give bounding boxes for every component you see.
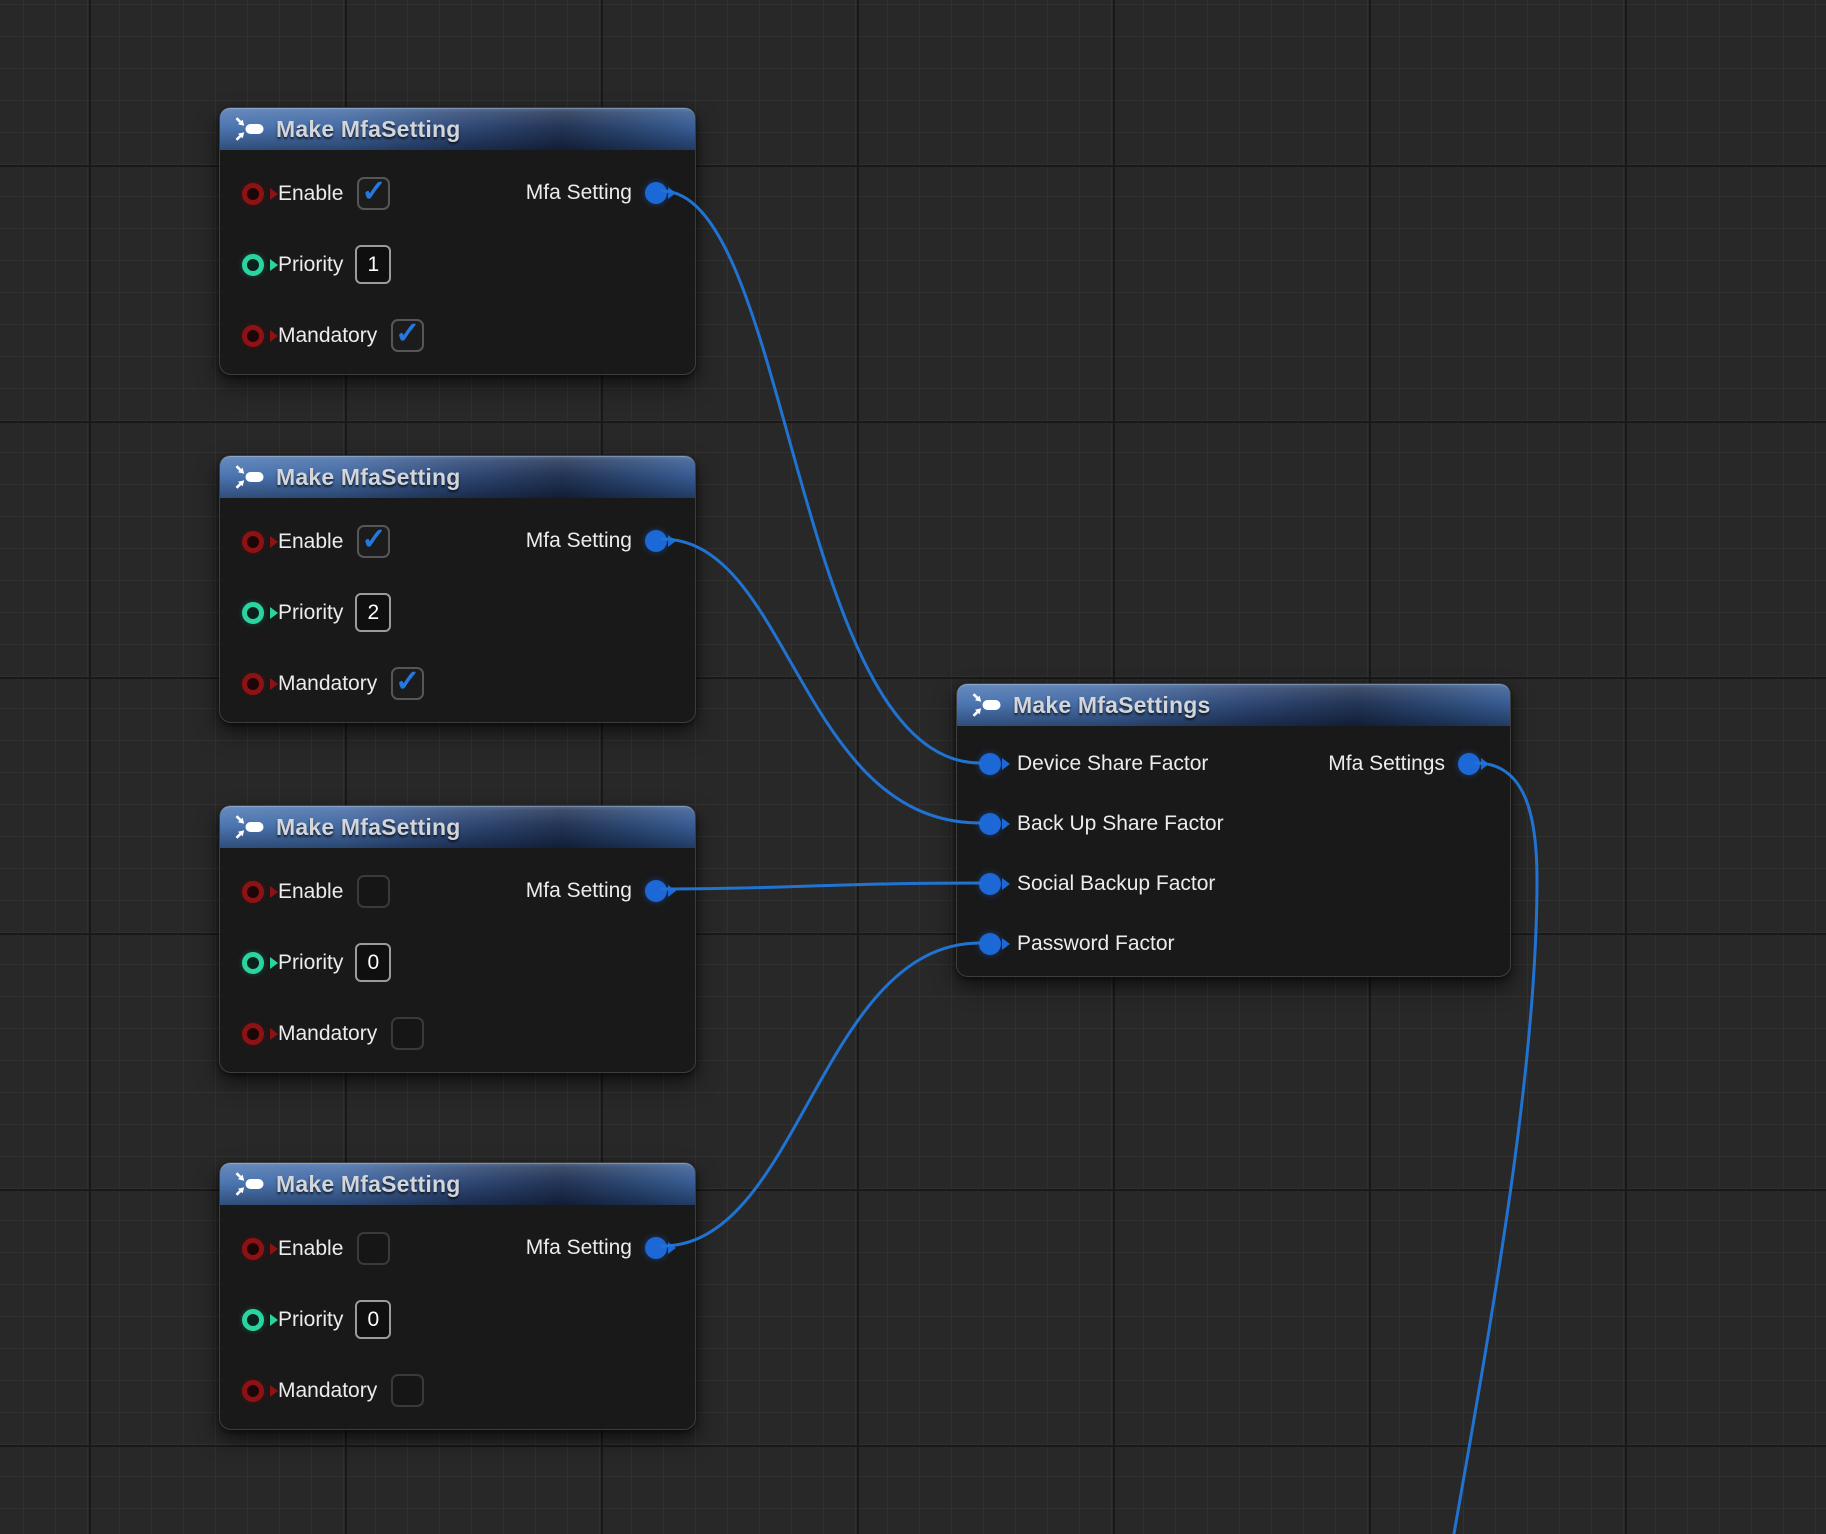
pin-label: Enable: [278, 530, 343, 554]
wire-node1-to-device-share-factor[interactable]: [662, 191, 980, 763]
enable-checkbox[interactable]: [357, 875, 390, 908]
output-pin-row: Mfa Setting: [512, 181, 667, 205]
make-struct-icon: [972, 693, 1002, 717]
node-make-mfasetting-4[interactable]: Make MfaSetting Enable Priority 0 Mandat…: [219, 1162, 696, 1430]
pin-row-backup-share-factor: Back Up Share Factor: [957, 794, 1510, 854]
pin-row-mandatory: Mandatory: [220, 648, 695, 719]
output-pin-row: Mfa Settings: [1312, 752, 1480, 776]
pin-row-password-factor: Password Factor: [957, 914, 1510, 974]
struct-pin-output[interactable]: [645, 530, 667, 552]
struct-pin-output[interactable]: [645, 1237, 667, 1259]
pin-row-priority: Priority 0: [220, 1284, 695, 1355]
int-pin-priority[interactable]: [242, 254, 264, 276]
mandatory-checkbox[interactable]: [391, 667, 424, 700]
bool-pin-mandatory[interactable]: [242, 325, 264, 347]
output-pin-row: Mfa Setting: [512, 529, 667, 553]
node-make-mfasetting-1[interactable]: Make MfaSetting Enable Priority 1 Mandat…: [219, 107, 696, 375]
priority-input[interactable]: 0: [355, 1300, 391, 1339]
make-struct-icon: [235, 117, 265, 141]
pin-label: Social Backup Factor: [1017, 872, 1215, 896]
int-pin-priority[interactable]: [242, 602, 264, 624]
node-header[interactable]: Make MfaSettings: [957, 684, 1510, 726]
pin-label: Device Share Factor: [1017, 752, 1208, 776]
node-title: Make MfaSetting: [276, 116, 460, 143]
make-struct-icon: [235, 1172, 265, 1196]
pin-label: Priority: [278, 1308, 343, 1332]
output-pin-label: Mfa Setting: [526, 879, 632, 903]
int-pin-priority[interactable]: [242, 952, 264, 974]
pin-row-priority: Priority 1: [220, 229, 695, 300]
node-header[interactable]: Make MfaSetting: [220, 456, 695, 498]
pin-label: Enable: [278, 1237, 343, 1261]
blueprint-graph-canvas[interactable]: Make MfaSetting Enable Priority 1 Mandat…: [0, 0, 1826, 1534]
struct-pin-input[interactable]: [979, 933, 1001, 955]
mandatory-checkbox[interactable]: [391, 1017, 424, 1050]
node-header[interactable]: Make MfaSetting: [220, 1163, 695, 1205]
node-title: Make MfaSetting: [276, 814, 460, 841]
pin-label: Enable: [278, 880, 343, 904]
struct-pin-input[interactable]: [979, 753, 1001, 775]
pin-label: Back Up Share Factor: [1017, 812, 1224, 836]
bool-pin-mandatory[interactable]: [242, 673, 264, 695]
pin-row-mandatory: Mandatory: [220, 300, 695, 371]
node-make-mfasetting-3[interactable]: Make MfaSetting Enable Priority 0 Mandat…: [219, 805, 696, 1073]
pin-row-priority: Priority 0: [220, 927, 695, 998]
pin-label: Mandatory: [278, 672, 377, 696]
wire-node3-to-social-backup-factor[interactable]: [662, 883, 980, 889]
node-make-mfasetting-2[interactable]: Make MfaSetting Enable Priority 2 Mandat…: [219, 455, 696, 723]
enable-checkbox[interactable]: [357, 1232, 390, 1265]
struct-pin-output[interactable]: [645, 182, 667, 204]
bool-pin-mandatory[interactable]: [242, 1380, 264, 1402]
output-pin-row: Mfa Setting: [512, 1236, 667, 1260]
priority-input[interactable]: 2: [355, 593, 391, 632]
priority-input[interactable]: 0: [355, 943, 391, 982]
bool-pin-enable[interactable]: [242, 1238, 264, 1260]
output-pin-label: Mfa Setting: [526, 1236, 632, 1260]
pin-label: Priority: [278, 601, 343, 625]
node-title: Make MfaSetting: [276, 1171, 460, 1198]
priority-input[interactable]: 1: [355, 245, 391, 284]
bool-pin-enable[interactable]: [242, 183, 264, 205]
node-title: Make MfaSetting: [276, 464, 460, 491]
pin-label: Mandatory: [278, 1379, 377, 1403]
node-header[interactable]: Make MfaSetting: [220, 108, 695, 150]
make-struct-icon: [235, 465, 265, 489]
pin-row-mandatory: Mandatory: [220, 1355, 695, 1426]
bool-pin-mandatory[interactable]: [242, 1023, 264, 1045]
bool-pin-enable[interactable]: [242, 531, 264, 553]
bool-pin-enable[interactable]: [242, 881, 264, 903]
struct-pin-input[interactable]: [979, 873, 1001, 895]
pin-label: Priority: [278, 951, 343, 975]
pin-label: Priority: [278, 253, 343, 277]
output-pin-row: Mfa Setting: [512, 879, 667, 903]
wire-node4-to-password-factor[interactable]: [662, 943, 980, 1246]
output-pin-label: Mfa Settings: [1328, 752, 1445, 776]
enable-checkbox[interactable]: [357, 525, 390, 558]
output-pin-label: Mfa Setting: [526, 529, 632, 553]
node-title: Make MfaSettings: [1013, 692, 1210, 719]
int-pin-priority[interactable]: [242, 1309, 264, 1331]
pin-label: Enable: [278, 182, 343, 206]
pin-label: Password Factor: [1017, 932, 1175, 956]
pin-label: Mandatory: [278, 1022, 377, 1046]
output-pin-label: Mfa Setting: [526, 181, 632, 205]
pin-row-priority: Priority 2: [220, 577, 695, 648]
mandatory-checkbox[interactable]: [391, 319, 424, 352]
pin-row-social-backup-factor: Social Backup Factor: [957, 854, 1510, 914]
wire-node2-to-backup-share-factor[interactable]: [662, 539, 980, 823]
pin-label: Mandatory: [278, 324, 377, 348]
struct-pin-output[interactable]: [645, 880, 667, 902]
enable-checkbox[interactable]: [357, 177, 390, 210]
make-struct-icon: [235, 815, 265, 839]
node-make-mfasettings[interactable]: Make MfaSettings Device Share Factor Bac…: [956, 683, 1511, 977]
node-header[interactable]: Make MfaSetting: [220, 806, 695, 848]
pin-row-mandatory: Mandatory: [220, 998, 695, 1069]
mandatory-checkbox[interactable]: [391, 1374, 424, 1407]
struct-pin-input[interactable]: [979, 813, 1001, 835]
